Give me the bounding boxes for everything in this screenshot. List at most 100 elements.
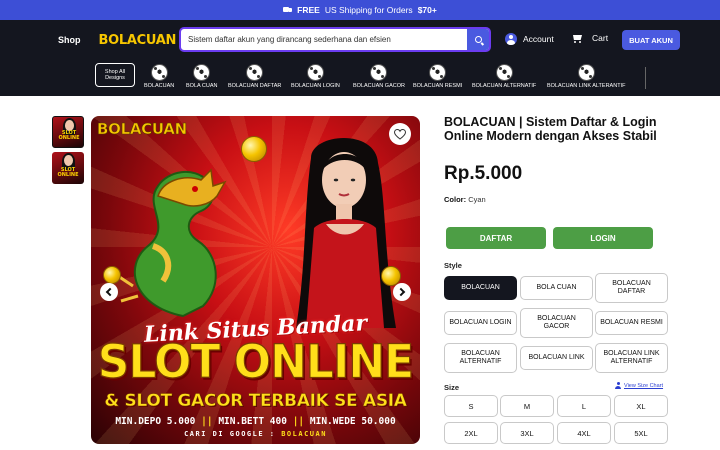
category-item-bolacuan-link-alterantif[interactable]: BOLACUAN LINK ALTERANTIF	[547, 64, 625, 89]
color-label: Color:	[444, 195, 467, 204]
announcement-bold: FREE	[297, 5, 320, 15]
size-option[interactable]: 2XL	[444, 422, 498, 444]
thumbnail-text: SLOT ONLINE	[58, 130, 80, 141]
size-option[interactable]: S	[444, 395, 498, 417]
size-label: Size	[444, 383, 460, 392]
gold-coin	[241, 136, 267, 162]
category-label: BOLACUAN RESMI	[413, 83, 463, 89]
promo-bett: MIN.BETT 400	[218, 416, 287, 427]
soccer-ball-icon	[429, 64, 447, 81]
promo-separator: ||	[201, 416, 213, 427]
cart-link[interactable]: Cart	[571, 33, 608, 44]
size-option[interactable]: L	[557, 395, 611, 417]
style-option[interactable]: BOLACUAN LINK ALTERNATIF	[595, 343, 668, 373]
product-section: SLOT ONLINE SLOT ONLINE BOLACUAN Link Si…	[0, 96, 720, 450]
style-option[interactable]: BOLACUAN ALTERNATIF	[444, 343, 517, 373]
style-option[interactable]: BOLACUAN LINK	[520, 346, 593, 370]
product-hero-image[interactable]: BOLACUAN Link Situs Bandar SLOT ONLINE &…	[91, 116, 420, 444]
soccer-ball-icon	[306, 64, 324, 81]
hero-logo: BOLACUAN	[97, 120, 188, 139]
thumbnail-face	[64, 155, 73, 166]
category-label: BOLACUAN GACOR	[353, 83, 405, 89]
color-value: Cyan	[468, 195, 486, 204]
shop-link[interactable]: Shop	[58, 35, 81, 45]
search-input[interactable]: Sistem daftar akun yang dirancang sederh…	[181, 35, 467, 44]
category-label: BOLACUAN LINK ALTERANTIF	[547, 83, 626, 89]
hero-sub-headline: & SLOT GACOR TERBAIK SE ASIA	[104, 391, 407, 412]
size-chart-label: View Size Chart	[624, 382, 664, 389]
logo-wordmark: BOLACUAN	[98, 32, 177, 48]
size-option[interactable]: 4XL	[557, 422, 611, 444]
soccer-ball-icon	[150, 64, 168, 81]
style-option[interactable]: BOLA CUAN	[520, 276, 593, 300]
cart-label: Cart	[592, 33, 609, 43]
soccer-ball-icon	[246, 64, 264, 81]
announcement-text: US Shipping for Orders	[324, 5, 413, 15]
category-item-bolacuan-login[interactable]: BOLACUAN LOGIN	[291, 64, 340, 89]
thumbnail-text: SLOT ONLINE	[57, 167, 79, 178]
product-title: BOLACUAN | Sistem Daftar & Login Online …	[444, 115, 657, 143]
hero-main-headline: SLOT ONLINE	[97, 335, 415, 390]
user-icon	[505, 33, 517, 45]
style-option[interactable]: BOLACUAN LOGIN	[444, 311, 517, 335]
category-label: BOLA CUAN	[186, 83, 218, 89]
thumbnail-2[interactable]: SLOT ONLINE	[52, 152, 84, 184]
login-button[interactable]: LOGIN	[553, 227, 653, 249]
style-option[interactable]: BOLACUAN RESMI	[595, 311, 668, 335]
announcement-amount: $70+	[417, 5, 437, 15]
truck-icon	[283, 6, 293, 14]
category-item-bolacuan-gacor[interactable]: BOLACUAN GACOR	[353, 64, 405, 89]
size-option[interactable]: 3XL	[500, 422, 554, 444]
thumbnail-1[interactable]: SLOT ONLINE	[52, 116, 84, 148]
category-label: BOLACUAN	[144, 83, 175, 89]
category-label: BOLACUAN DAFTAR	[228, 83, 282, 89]
dragon-illustration	[117, 168, 227, 318]
product-price: Rp.5.000	[444, 163, 523, 184]
search-hint-label: CARI DI GOOGLE :	[184, 430, 276, 438]
next-image-button[interactable]	[393, 283, 411, 301]
category-item-bolacuan-resmi[interactable]: BOLACUAN RESMI	[413, 64, 462, 89]
search-button[interactable]	[467, 29, 489, 50]
wishlist-button[interactable]	[389, 123, 411, 145]
chevron-left-icon	[105, 287, 115, 297]
category-nav: Shop All Designs BOLACUAN BOLA CUAN BOLA…	[0, 60, 720, 96]
account-link[interactable]: Account	[505, 33, 554, 45]
color-selection: Color: Cyan	[444, 195, 486, 204]
person-icon	[615, 382, 621, 389]
category-label: BOLACUAN LOGIN	[291, 83, 340, 89]
category-item-bolacuan-alternatif[interactable]: BOLACUAN ALTERNATIF	[472, 64, 536, 89]
shop-all-designs-button[interactable]: Shop All Designs	[95, 63, 135, 87]
style-option[interactable]: BOLACUAN DAFTAR	[595, 273, 668, 303]
soccer-ball-icon	[193, 64, 211, 81]
account-label: Account	[523, 34, 554, 44]
search-bar: Sistem daftar akun yang dirancang sederh…	[179, 27, 491, 52]
nav-divider	[645, 67, 646, 89]
promo-wede: MIN.WEDE 50.000	[309, 416, 396, 427]
prev-image-button[interactable]	[100, 283, 118, 301]
model-illustration	[296, 138, 396, 328]
style-option[interactable]: BOLACUAN GACOR	[520, 308, 593, 338]
style-label: Style	[444, 261, 462, 270]
soccer-ball-icon	[370, 64, 388, 81]
search-hint-value: BOLACUAN	[281, 430, 327, 438]
category-item-bolacuan[interactable]: BOLACUAN	[144, 64, 174, 89]
view-size-chart-link[interactable]: View Size Chart	[615, 382, 663, 389]
cart-icon	[571, 33, 583, 44]
category-item-bola-cuan[interactable]: BOLA CUAN	[186, 64, 217, 89]
size-option[interactable]: M	[500, 395, 554, 417]
buat-akun-button[interactable]: BUAT AKUN	[622, 30, 680, 50]
hero-logo-text: BOLACUAN	[97, 120, 188, 139]
heart-icon	[394, 128, 406, 140]
search-icon	[474, 36, 482, 43]
hero-promo-strip: MIN.DEPO 5.000 || MIN.BETT 400 || MIN.WE…	[91, 416, 420, 427]
size-option[interactable]: 5XL	[614, 422, 668, 444]
announcement-bar: FREE US Shipping for Orders $70+	[0, 0, 720, 20]
size-option[interactable]: XL	[614, 395, 668, 417]
site-logo[interactable]: BOLACUAN	[99, 33, 177, 48]
chevron-right-icon	[396, 287, 406, 297]
style-option[interactable]: BOLACUAN	[444, 276, 517, 300]
daftar-button[interactable]: DAFTAR	[446, 227, 546, 249]
soccer-ball-icon	[495, 64, 513, 81]
promo-depo: MIN.DEPO 5.000	[115, 416, 196, 427]
category-item-bolacuan-daftar[interactable]: BOLACUAN DAFTAR	[228, 64, 281, 89]
